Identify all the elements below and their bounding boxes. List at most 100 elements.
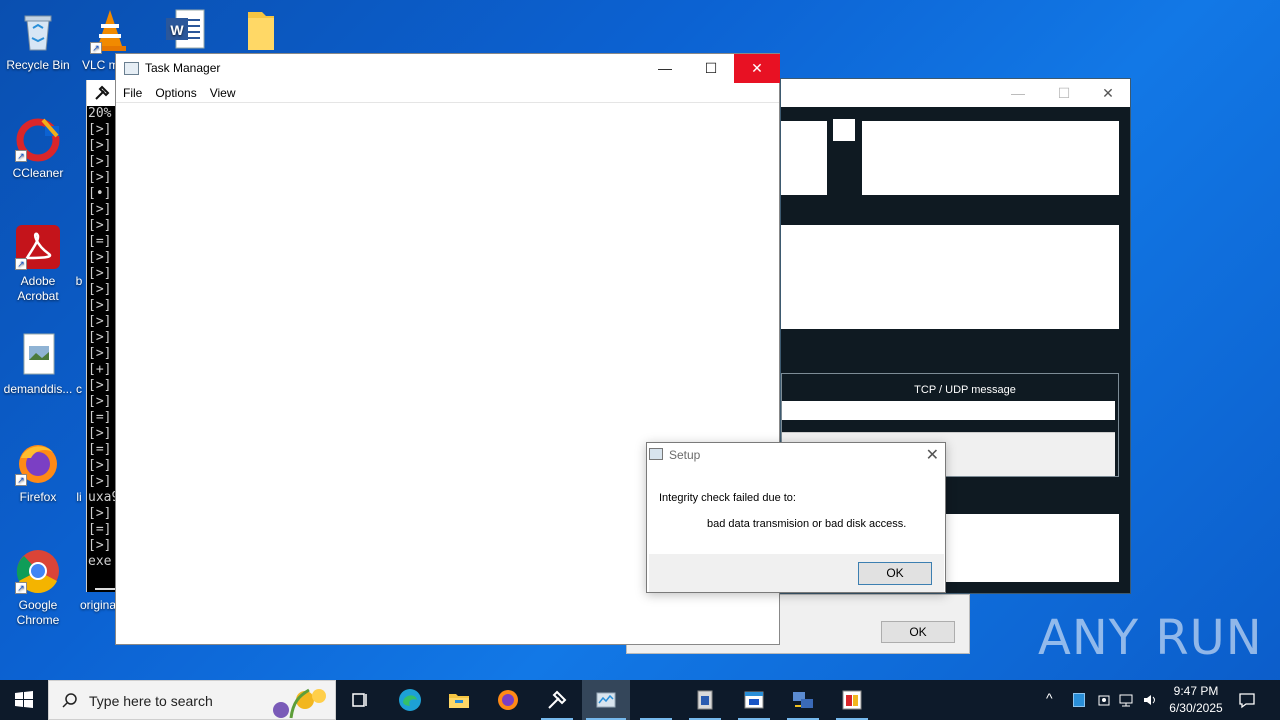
app-small-square [833, 119, 855, 141]
app-panel-wide [781, 225, 1119, 329]
hammer-icon [548, 690, 567, 709]
desktop-icon-label: CCleaner [12, 166, 64, 180]
tcp-udp-input[interactable] [782, 401, 1115, 420]
desktop-icon-label: demanddis... [3, 382, 73, 396]
watermark: ANY RUN [1038, 610, 1263, 666]
taskbar-app-window[interactable] [632, 680, 680, 720]
taskbar-hammer-app[interactable] [533, 680, 581, 720]
tray-device-icon[interactable] [1096, 692, 1112, 708]
task-manager-icon [596, 692, 616, 708]
menu-view[interactable]: View [210, 83, 236, 103]
taskbar-task-manager[interactable] [582, 680, 630, 720]
search-icon [62, 693, 77, 708]
ccleaner-icon: ↗ [15, 116, 61, 162]
setup-app-icon [649, 448, 663, 460]
menu-options[interactable]: Options [155, 83, 196, 103]
desktop-icon-label-partial: b [75, 274, 83, 288]
maximize-button[interactable]: ☐ [1041, 79, 1087, 107]
svg-text:W: W [170, 22, 184, 38]
chrome-icon: ↗ [15, 548, 61, 594]
vlc-icon: ↗ [90, 8, 136, 54]
taskbar-edge[interactable] [386, 680, 434, 720]
menu-bar: File Options View [116, 83, 779, 103]
desktop-icon-label-partial: c [76, 382, 82, 396]
close-icon[interactable]: ✕ [926, 445, 939, 465]
firefox-icon [498, 690, 518, 710]
desktop-icon-image-file[interactable]: demanddis... [0, 332, 76, 397]
recycle-bin-icon [15, 8, 61, 54]
menu-file[interactable]: File [123, 83, 142, 103]
app-panel-left [781, 121, 827, 195]
desktop-icon-label: Adobe Acrobat [17, 274, 59, 303]
taskbar-app-4[interactable] [828, 680, 876, 720]
task-manager-titlebar[interactable]: Task Manager — ☐ ✕ [116, 54, 780, 83]
edge-icon [399, 689, 421, 711]
setup-titlebar[interactable]: Setup ✕ [647, 443, 945, 467]
desktop-icon-label-partial: origina [79, 598, 117, 612]
desktop-icon-word[interactable]: W [160, 8, 210, 58]
minimize-button[interactable]: — [995, 79, 1041, 107]
clock-time[interactable]: 9:47 PM [1164, 684, 1228, 698]
desktop-icon-label: Firefox [19, 490, 57, 504]
setup-dialog[interactable]: Setup ✕ Integrity check failed due to: b… [646, 442, 946, 593]
setup-message-line1: Integrity check failed due to: [659, 492, 796, 504]
console-cursor [95, 588, 115, 590]
file-explorer-icon [449, 694, 469, 708]
tcp-udp-label: TCP / UDP message [914, 384, 1016, 396]
task-manager-icon [124, 62, 139, 75]
taskbar: Type here to search ^ 9:47 PM 6/30/2025 [0, 680, 1280, 720]
firefox-icon: ↗ [15, 440, 61, 486]
setup-ok-button[interactable]: OK [858, 562, 932, 585]
shortcut-arrow-icon: ↗ [15, 582, 27, 594]
setup-message-line2: bad data transmision or bad disk access. [707, 518, 907, 530]
shortcut-arrow-icon: ↗ [15, 150, 27, 162]
notifications-icon[interactable] [1238, 691, 1256, 709]
taskbar-app-2[interactable] [730, 680, 778, 720]
desktop-icon-folder[interactable] [236, 8, 286, 58]
shortcut-arrow-icon: ↗ [90, 42, 102, 54]
folder-icon [238, 8, 284, 54]
maximize-button[interactable]: ☐ [688, 54, 734, 83]
tray-overflow-icon[interactable]: ^ [1046, 690, 1053, 706]
taskbar-firefox[interactable] [484, 680, 532, 720]
taskbar-app-1[interactable] [681, 680, 729, 720]
close-button[interactable]: ✕ [1085, 79, 1131, 107]
network-icon[interactable] [1118, 692, 1134, 708]
desktop-icon-label: Recycle Bin [6, 58, 70, 72]
close-button[interactable]: ✕ [734, 54, 780, 83]
image-file-icon [15, 332, 61, 378]
desktop-icon-acrobat[interactable]: ↗ Adobe Acrobat [0, 224, 76, 304]
start-button[interactable] [0, 680, 48, 720]
desktop-icon-recycle-bin[interactable]: Recycle Bin [0, 8, 76, 73]
app-window-thumb-icon [644, 688, 668, 712]
search-placeholder: Type here to search [89, 693, 213, 709]
network-tool-icon [697, 690, 713, 710]
app-titlebar[interactable]: — ☐ ✕ [781, 79, 1130, 107]
bg-ok-button[interactable]: OK [881, 621, 955, 643]
volume-icon[interactable] [1142, 692, 1158, 708]
windows-logo-icon [15, 691, 33, 708]
network-computers-icon [793, 692, 813, 708]
tray-app-icon[interactable] [1073, 693, 1085, 707]
shortcut-arrow-icon: ↗ [15, 474, 27, 486]
taskbar-search[interactable]: Type here to search [48, 680, 336, 720]
clock-date[interactable]: 6/30/2025 [1164, 701, 1228, 715]
minimize-button[interactable]: — [642, 54, 688, 83]
taskbar-file-explorer[interactable] [435, 680, 483, 720]
taskbar-app-3[interactable] [779, 680, 827, 720]
setup-title: Setup [669, 448, 701, 462]
desktop-icon-ccleaner[interactable]: ↗ CCleaner [0, 116, 76, 181]
acrobat-icon: ↗ [15, 224, 61, 270]
setup-app-icon [842, 690, 862, 710]
app-panel-right [862, 121, 1119, 195]
search-highlight-art-icon [273, 688, 326, 719]
desktop-icon-chrome[interactable]: ↗ Google Chrome [0, 548, 76, 628]
task-view-icon [352, 693, 367, 707]
desktop-icon-firefox[interactable]: ↗ Firefox [0, 440, 76, 505]
window-app-icon [744, 691, 764, 709]
shortcut-arrow-icon: ↗ [15, 258, 27, 270]
task-view-button[interactable] [336, 680, 384, 720]
desktop-icon-label-partial: li [76, 490, 82, 504]
window-title: Task Manager [145, 61, 221, 75]
hammer-icon [95, 85, 110, 100]
